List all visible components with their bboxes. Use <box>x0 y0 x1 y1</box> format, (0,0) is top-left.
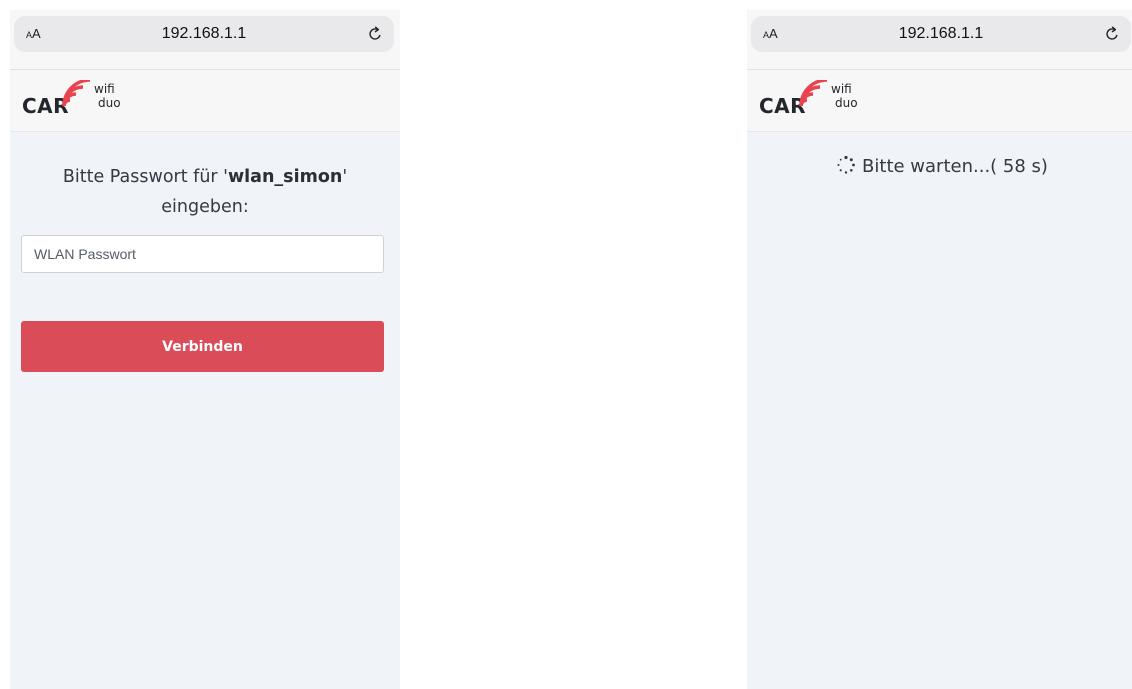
logo-duo-text: duo <box>98 96 121 110</box>
logo-duo-text: duo <box>835 96 858 110</box>
logo-wifi-text: wifi <box>94 82 115 96</box>
connect-button[interactable]: Verbinden <box>21 321 384 372</box>
password-screen: AA 192.168.1.1 CAR wifi duo Bitte Passwo… <box>10 10 400 689</box>
reload-icon[interactable] <box>366 25 384 43</box>
wifi-waves-icon <box>799 80 828 107</box>
url-text: 192.168.1.1 <box>898 25 984 42</box>
waiting-text: Bitte warten...( 58 s) <box>862 156 1048 177</box>
wlan-password-input[interactable] <box>21 235 384 273</box>
waiting-screen: AA 192.168.1.1 CAR wifi duo Bitte warten… <box>747 10 1132 689</box>
reload-icon[interactable] <box>1103 25 1121 43</box>
password-prompt: Bitte Passwort für 'wlan_simon' eingeben… <box>62 167 348 217</box>
browser-address-bar: AA 192.168.1.1 <box>10 10 400 70</box>
car-wifi-duo-logo: CAR wifi duo <box>759 80 899 122</box>
text-size-button[interactable]: AA <box>763 16 778 52</box>
url-field[interactable]: AA 192.168.1.1 <box>14 16 394 52</box>
wifi-waves-icon <box>62 80 91 107</box>
brand-header: CAR wifi duo <box>747 70 1132 132</box>
ssid-name: wlan_simon <box>227 167 343 187</box>
browser-address-bar: AA 192.168.1.1 <box>747 10 1132 70</box>
text-size-button[interactable]: AA <box>26 16 41 52</box>
spinner-icon <box>837 155 855 174</box>
url-field[interactable]: AA 192.168.1.1 <box>751 16 1131 52</box>
waiting-status: Bitte warten...( 58 s) <box>747 152 1132 182</box>
car-wifi-duo-logo: CAR wifi duo <box>22 80 162 122</box>
brand-header: CAR wifi duo <box>10 70 400 132</box>
logo-wifi-text: wifi <box>831 82 852 96</box>
url-text: 192.168.1.1 <box>161 25 247 42</box>
